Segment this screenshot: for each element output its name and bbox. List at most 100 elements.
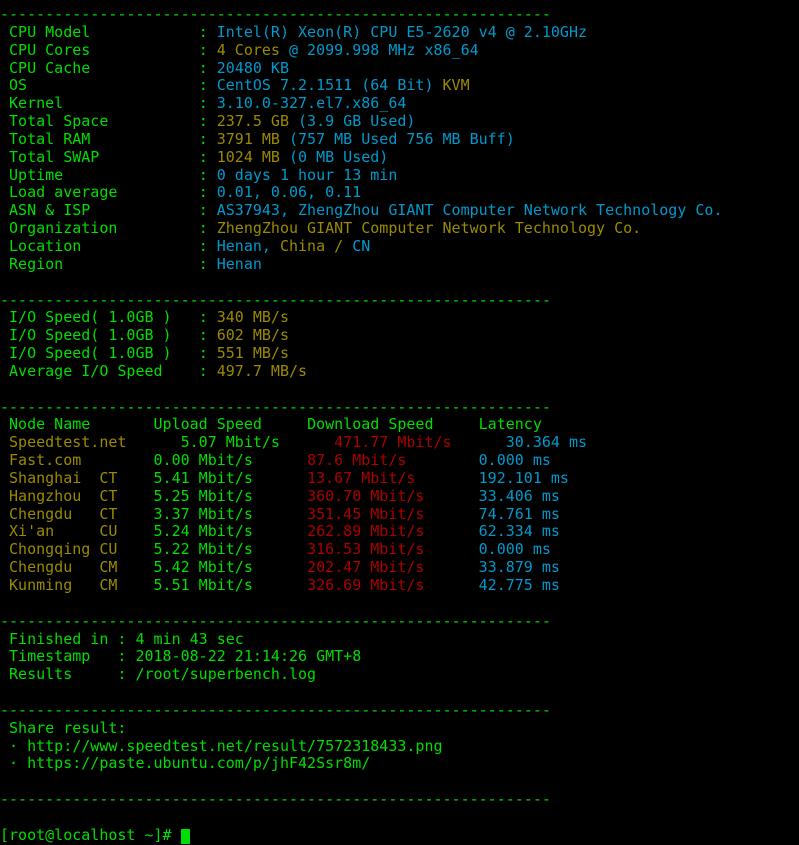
sysinfo-value: 20480 KB — [216, 58, 289, 77]
sysinfo-row: Total SWAP : 1024 MB (0 MB Used) — [0, 147, 799, 167]
sysinfo-value-a: 1024 MB — [216, 147, 289, 166]
io-colon: : — [198, 308, 217, 327]
sysinfo-label: Kernel — [0, 94, 199, 113]
io-value: 340 MB/s — [216, 308, 289, 327]
speedtest-latency-value: 30.364 ms — [505, 433, 588, 452]
speedtest-row: Speedtest.net 5.07 Mbit/s 471.77 Mbit/s … — [0, 433, 799, 452]
sysinfo-label: CPU Model — [0, 22, 199, 41]
speedtest-upload-value: 5.42 Mbit/s — [153, 558, 308, 577]
sysinfo-colon: : — [198, 236, 217, 255]
sysinfo-label: Total SWAP — [0, 147, 199, 166]
sysinfo-label: ASN & ISP — [0, 201, 199, 220]
sysinfo-label: Location — [0, 236, 199, 255]
speedtest-download-value: 351.45 Mbit/s — [307, 504, 479, 523]
speedtest-node-name: Shanghai CT — [0, 468, 154, 487]
io-value: 551 MB/s — [216, 344, 289, 363]
separator-line-speedtest: ----------------------------------------… — [0, 397, 551, 416]
sysinfo-colon: : — [198, 219, 217, 238]
sysinfo-row: ASN & ISP : AS37943, ZhengZhou GIANT Com… — [0, 201, 799, 220]
speedtest-row: Chengdu CM 5.42 Mbit/s 202.47 Mbit/s 33.… — [0, 558, 799, 577]
share-link-row[interactable]: · https://paste.ubuntu.com/p/jhF42Ssr8m/ — [0, 755, 799, 773]
share-bullet-icon: · — [0, 754, 28, 773]
sysinfo-row: CPU Cores : 4 Cores @ 2099.998 MHz x86_6… — [0, 40, 799, 60]
sysinfo-colon: : — [198, 76, 217, 95]
speedtest-upload-value: 3.37 Mbit/s — [153, 504, 308, 523]
system-info-block: CPU Model : Intel(R) Xeon(R) CPU E5-2620… — [0, 22, 799, 274]
sysinfo-row: Total Space : 237.5 GB (3.9 GB Used) — [0, 112, 799, 131]
summary-row: Results : /root/superbench.log — [0, 665, 799, 684]
sysinfo-value-b: (3.9 GB Used) — [298, 112, 416, 131]
speedtest-latency-value: 62.334 ms — [478, 522, 560, 541]
speedtest-download-value: 316.53 Mbit/s — [307, 540, 479, 559]
summary-row: Finished in : 4 min 43 sec — [0, 629, 799, 649]
speedtest-node-name: Hangzhou CT — [0, 486, 154, 505]
sysinfo-label: CPU Cache — [0, 58, 199, 77]
sysinfo-colon: : — [198, 58, 217, 77]
io-label: I/O Speed( 1.0GB ) — [0, 344, 199, 363]
summary-row: Timestamp : 2018-08-22 21:14:26 GMT+8 — [0, 647, 799, 666]
shell-prompt-line[interactable]: [root@localhost ~]# — [0, 825, 799, 845]
separator-line-top: ----------------------------------------… — [0, 5, 551, 23]
sysinfo-row: Region : Henan — [0, 254, 799, 274]
speedtest-node-name: Chengdu CT — [0, 504, 154, 523]
shell-prompt-text: [root@localhost ~]# — [0, 825, 172, 844]
speedtest-upload-value: 5.22 Mbit/s — [153, 540, 308, 559]
speedtest-header-row: Node Name Upload Speed Download Speed La… — [0, 415, 799, 434]
sysinfo-value-b: @ 2099.998 MHz x86_64 — [289, 40, 479, 59]
share-link-row[interactable]: · http://www.speedtest.net/result/757231… — [0, 737, 799, 756]
sysinfo-value: 0 days 1 hour 13 min — [216, 165, 398, 184]
terminal-cursor — [180, 828, 191, 844]
sysinfo-row: Uptime : 0 days 1 hour 13 min — [0, 165, 799, 185]
speedtest-latency-value: 0.000 ms — [478, 451, 551, 470]
speedtest-table: Node Name Upload Speed Download Speed La… — [0, 415, 799, 594]
speedtest-row: Xi'an CU 5.24 Mbit/s 262.89 Mbit/s 62.33… — [0, 523, 799, 541]
speedtest-latency-value: 33.406 ms — [478, 486, 560, 505]
io-label: I/O Speed( 1.0GB ) — [0, 326, 199, 345]
speedtest-download-value: 326.69 Mbit/s — [307, 576, 479, 594]
speedtest-download-value: 360.70 Mbit/s — [307, 486, 479, 505]
speedtest-row: Chengdu CT 3.37 Mbit/s 351.45 Mbit/s 74.… — [0, 504, 799, 524]
speedtest-upload-value: 5.25 Mbit/s — [153, 486, 308, 505]
sysinfo-row: Organization : ZhengZhou GIANT Computer … — [0, 219, 799, 238]
sysinfo-label: Uptime — [0, 165, 199, 184]
speedtest-download-value: 262.89 Mbit/s — [307, 522, 479, 541]
io-row: Average I/O Speed : 497.7 MB/s — [0, 361, 799, 381]
speedtest-download-value: 13.67 Mbit/s — [307, 468, 479, 487]
share-link[interactable]: http://www.speedtest.net/result/75723184… — [27, 737, 442, 755]
summary-value: /root/superbench.log — [135, 665, 317, 684]
sysinfo-value-b: KVM — [442, 76, 470, 95]
separator-line-share: ----------------------------------------… — [0, 700, 551, 719]
speedtest-header-upload: Upload Speed — [153, 415, 308, 434]
sysinfo-value: Intel(R) Xeon(R) CPU E5-2620 v4 @ 2.10GH… — [216, 22, 588, 41]
io-row: I/O Speed( 1.0GB ) : 340 MB/s — [0, 308, 799, 327]
sysinfo-label: Region — [0, 254, 199, 273]
sysinfo-value: Henan — [216, 254, 262, 273]
sysinfo-row: Load average : 0.01, 0.06, 0.11 — [0, 184, 799, 202]
sysinfo-row: CPU Model : Intel(R) Xeon(R) CPU E5-2620… — [0, 22, 799, 42]
speedtest-upload-value: 0.00 Mbit/s — [153, 451, 308, 470]
summary-label: Timestamp — [0, 647, 118, 666]
separator-line-bottom: ----------------------------------------… — [0, 790, 551, 809]
sysinfo-value-b: (757 MB Used 756 MB Buff) — [289, 129, 515, 148]
io-label: Average I/O Speed — [0, 361, 199, 380]
summary-colon: : — [117, 665, 136, 684]
speedtest-node-name: Speedtest.net — [0, 433, 181, 452]
summary-value: 4 min 43 sec — [135, 629, 244, 648]
speedtest-latency-value: 42.775 ms — [478, 576, 560, 594]
sysinfo-value-city: Henan, — [216, 236, 280, 255]
sysinfo-label: OS — [0, 76, 199, 95]
share-link[interactable]: https://paste.ubuntu.com/p/jhF42Ssr8m/ — [27, 754, 370, 773]
summary-colon: : — [117, 629, 136, 648]
sysinfo-colon: : — [198, 183, 217, 202]
sysinfo-label: Organization — [0, 219, 199, 238]
io-value: 497.7 MB/s — [216, 361, 308, 380]
speedtest-latency-value: 192.101 ms — [478, 468, 569, 487]
sysinfo-value-a: 3791 MB — [216, 129, 289, 148]
sysinfo-colon: : — [198, 40, 217, 59]
separator-line-summary: ----------------------------------------… — [0, 611, 551, 630]
speedtest-row: Hangzhou CT 5.25 Mbit/s 360.70 Mbit/s 33… — [0, 486, 799, 506]
